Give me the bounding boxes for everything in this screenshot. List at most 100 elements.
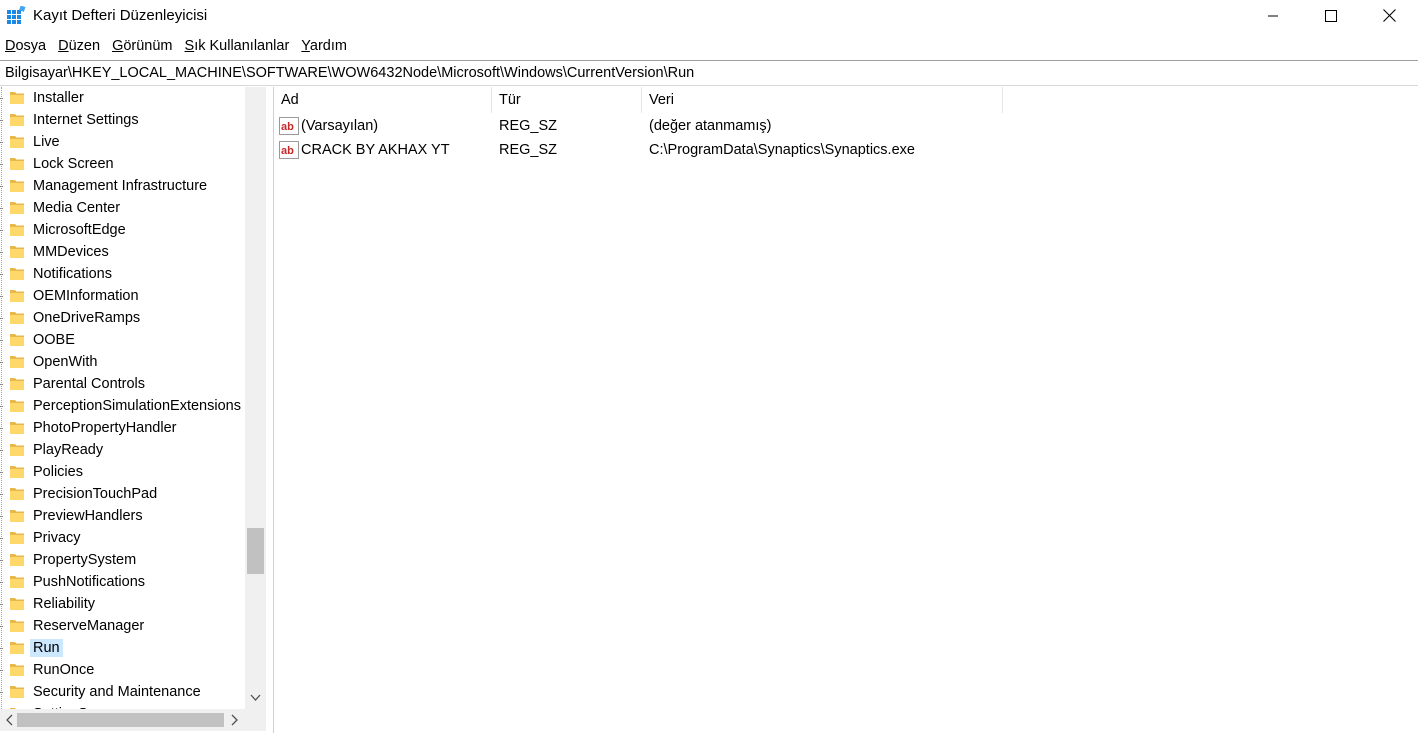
tree-item-label: Installer bbox=[33, 90, 84, 106]
chevron-down-icon[interactable] bbox=[249, 691, 262, 704]
maximize-button[interactable] bbox=[1302, 0, 1360, 31]
value-row[interactable]: ab (Varsayılan) REG_SZ (değer atanmamış) bbox=[274, 114, 1418, 138]
tree-item[interactable]: Run bbox=[0, 637, 245, 659]
value-data: C:\ProgramData\Synaptics\Synaptics.exe bbox=[649, 142, 915, 158]
column-header-type[interactable]: Tür bbox=[492, 87, 642, 113]
tree-item-label: Management Infrastructure bbox=[33, 178, 208, 194]
tree-item-label: Media Center bbox=[33, 200, 121, 216]
window-title: Kayıt Defteri Düzenleyicisi bbox=[33, 7, 208, 24]
folder-icon bbox=[10, 422, 24, 434]
tree-item[interactable]: Parental Controls bbox=[0, 373, 245, 395]
tree-item-label: Parental Controls bbox=[33, 376, 146, 392]
close-button[interactable] bbox=[1360, 0, 1418, 31]
tree-horizontal-scrollbar[interactable] bbox=[0, 709, 245, 731]
tree-item-label: Privacy bbox=[33, 530, 81, 546]
tree-item-label: PhotoPropertyHandler bbox=[33, 420, 177, 436]
menu-bar: Dosya Düzen Görünüm Sık Kullanılanlar Ya… bbox=[0, 36, 354, 57]
minimize-button[interactable] bbox=[1244, 0, 1302, 31]
scrollbar-corner bbox=[245, 709, 266, 731]
value-name: (Varsayılan) bbox=[301, 118, 379, 134]
tree-connector bbox=[0, 296, 3, 297]
folder-icon bbox=[10, 356, 24, 368]
tree-item[interactable]: OpenWith bbox=[0, 351, 245, 373]
chevron-left-icon[interactable] bbox=[3, 713, 16, 727]
tree-item[interactable]: Live bbox=[0, 131, 245, 153]
tree-item-label: Policies bbox=[33, 464, 83, 480]
tree-connector bbox=[0, 120, 3, 121]
tree-item[interactable]: MicrosoftEdge bbox=[0, 219, 245, 241]
tree-connector bbox=[0, 692, 3, 693]
menu-view[interactable]: Görünüm bbox=[107, 36, 179, 57]
folder-icon bbox=[10, 466, 24, 478]
tree-item[interactable]: Internet Settings bbox=[0, 109, 245, 131]
tree-item[interactable]: Media Center bbox=[0, 197, 245, 219]
close-icon bbox=[1382, 9, 1396, 22]
folder-icon bbox=[10, 598, 24, 610]
address-bar[interactable]: Bilgisayar\HKEY_LOCAL_MACHINE\SOFTWARE\W… bbox=[0, 60, 1418, 86]
reg-sz-value-icon: ab bbox=[279, 117, 299, 135]
tree-horizontal-scroll-thumb[interactable] bbox=[17, 713, 224, 727]
tree-item[interactable]: ReserveManager bbox=[0, 615, 245, 637]
menu-edit[interactable]: Düzen bbox=[53, 36, 107, 57]
tree-item[interactable]: MMDevices bbox=[0, 241, 245, 263]
tree-item[interactable]: PropertySystem bbox=[0, 549, 245, 571]
tree-connector bbox=[0, 252, 3, 253]
tree-item-label: Lock Screen bbox=[33, 156, 114, 172]
tree-item[interactable]: Reliability bbox=[0, 593, 245, 615]
tree-connector bbox=[0, 560, 3, 561]
tree-item[interactable]: PhotoPropertyHandler bbox=[0, 417, 245, 439]
tree-item[interactable]: PerceptionSimulationExtensions bbox=[0, 395, 245, 417]
tree-item[interactable]: Privacy bbox=[0, 527, 245, 549]
folder-icon bbox=[10, 334, 24, 346]
tree-item[interactable]: Management Infrastructure bbox=[0, 175, 245, 197]
tree-connector bbox=[0, 164, 3, 165]
svg-text:ab: ab bbox=[281, 145, 294, 157]
tree-item[interactable]: Notifications bbox=[0, 263, 245, 285]
tree-item[interactable]: Security and Maintenance bbox=[0, 681, 245, 703]
tree-item[interactable]: PrecisionTouchPad bbox=[0, 483, 245, 505]
tree-connector bbox=[0, 208, 3, 209]
svg-text:ab: ab bbox=[281, 121, 294, 133]
tree-item-label: PrecisionTouchPad bbox=[33, 486, 158, 502]
folder-icon bbox=[10, 202, 24, 214]
folder-icon bbox=[10, 554, 24, 566]
tree-item-label: PerceptionSimulationExtensions bbox=[33, 398, 241, 414]
value-data: (değer atanmamış) bbox=[649, 118, 772, 134]
tree-item[interactable]: PushNotifications bbox=[0, 571, 245, 593]
tree-vertical-scroll-thumb[interactable] bbox=[247, 528, 264, 574]
tree-item[interactable]: OEMInformation bbox=[0, 285, 245, 307]
chevron-right-icon[interactable] bbox=[228, 713, 241, 727]
tree-connector bbox=[0, 186, 3, 187]
tree-item-label: MMDevices bbox=[33, 244, 109, 260]
folder-icon bbox=[10, 158, 24, 170]
folder-icon bbox=[10, 378, 24, 390]
reg-sz-value-icon: ab bbox=[279, 141, 299, 159]
tree-item[interactable]: OOBE bbox=[0, 329, 245, 351]
values-list-pane: Ad Tür Veri ab (Varsayılan) REG_SZ (değe… bbox=[274, 87, 1418, 733]
tree-connector bbox=[0, 230, 3, 231]
menu-help[interactable]: Yardım bbox=[296, 36, 354, 57]
tree-item[interactable]: OneDriveRamps bbox=[0, 307, 245, 329]
tree-vertical-scrollbar[interactable] bbox=[245, 87, 266, 709]
title-bar: Kayıt Defteri Düzenleyicisi bbox=[0, 0, 1418, 33]
tree-connector bbox=[0, 538, 3, 539]
tree-connector bbox=[0, 472, 3, 473]
tree-item[interactable]: Lock Screen bbox=[0, 153, 245, 175]
folder-icon bbox=[10, 224, 24, 236]
folder-icon bbox=[10, 576, 24, 588]
value-row[interactable]: ab CRACK BY AKHAX YT REG_SZ C:\ProgramDa… bbox=[274, 138, 1418, 162]
tree-item[interactable]: Policies bbox=[0, 461, 245, 483]
column-header-data[interactable]: Veri bbox=[642, 87, 1003, 113]
tree-item[interactable]: PlayReady bbox=[0, 439, 245, 461]
tree-item[interactable]: PreviewHandlers bbox=[0, 505, 245, 527]
tree-item-label: OpenWith bbox=[33, 354, 98, 370]
address-path[interactable]: Bilgisayar\HKEY_LOCAL_MACHINE\SOFTWARE\W… bbox=[5, 65, 694, 81]
menu-file[interactable]: Dosya bbox=[0, 36, 53, 57]
menu-favorites[interactable]: Sık Kullanılanlar bbox=[180, 36, 297, 57]
tree-item[interactable]: RunOnce bbox=[0, 659, 245, 681]
folder-icon bbox=[10, 686, 24, 698]
column-header-name[interactable]: Ad bbox=[274, 87, 492, 113]
pane-splitter[interactable] bbox=[266, 87, 274, 733]
registry-editor-icon bbox=[7, 6, 26, 24]
tree-item[interactable]: Installer bbox=[0, 87, 245, 109]
